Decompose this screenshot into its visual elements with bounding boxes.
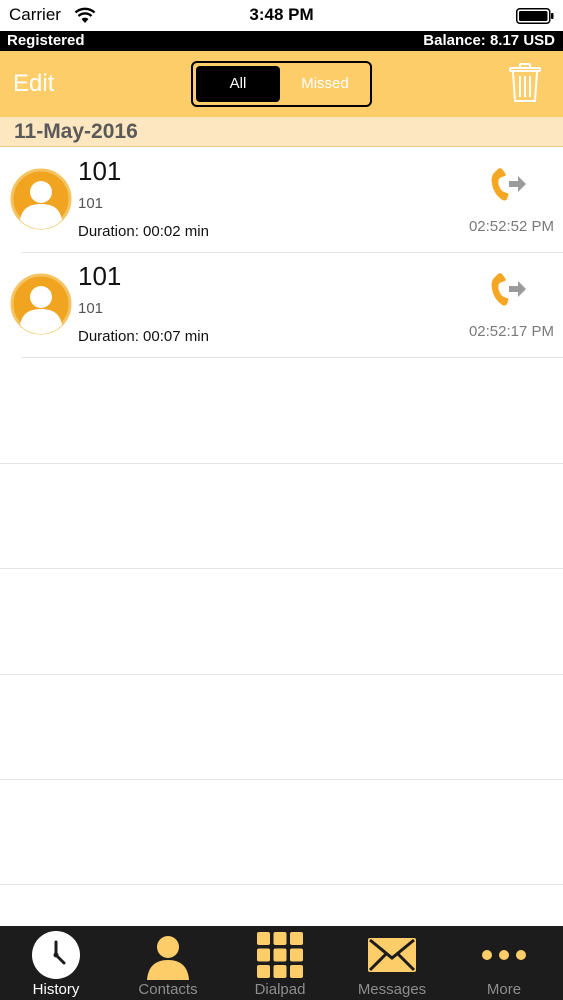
caller-number: 101	[78, 195, 104, 212]
tab-messages[interactable]: Messages	[336, 926, 448, 1000]
clock-icon	[32, 931, 80, 979]
call-time: 02:52:17 PM	[468, 323, 554, 340]
tab-dialpad[interactable]: Dialpad	[224, 926, 336, 1000]
edit-button[interactable]: Edit	[13, 70, 54, 98]
date-section-header: 11-May-2016	[0, 117, 563, 147]
tab-label: More	[486, 981, 522, 998]
empty-row-divider	[0, 674, 563, 675]
tab-label: History	[32, 981, 80, 998]
contact-avatar-icon	[10, 168, 72, 230]
empty-row-divider	[0, 884, 563, 885]
status-bar: Carrier 3:48 PM	[0, 0, 563, 31]
more-dots-icon	[482, 950, 526, 960]
call-duration: Duration: 00:02 min	[78, 223, 209, 240]
tab-label: Dialpad	[254, 981, 306, 998]
clock-time: 3:48 PM	[249, 5, 314, 24]
tab-history[interactable]: History	[0, 926, 112, 1000]
contact-avatar-icon	[10, 273, 72, 335]
balance-label: Balance: 8.17 USD	[423, 32, 555, 49]
filter-segmented-control: All Missed	[191, 61, 372, 107]
call-history-row[interactable]: 101 101 Duration: 00:02 min 02:52:52 PM	[0, 148, 563, 253]
battery-icon	[516, 8, 554, 24]
call-duration: Duration: 00:07 min	[78, 328, 209, 345]
bottom-tab-bar: History Contacts Dialpad Messages More	[0, 926, 563, 1000]
segment-missed[interactable]: Missed	[283, 66, 367, 102]
segment-all[interactable]: All	[196, 66, 280, 102]
history-toolbar: Edit All Missed	[0, 51, 563, 117]
outgoing-call-icon[interactable]	[488, 270, 528, 310]
envelope-icon	[368, 938, 416, 972]
trash-icon[interactable]	[509, 63, 541, 103]
empty-row-divider	[0, 568, 563, 569]
caller-name: 101	[78, 261, 122, 291]
caller-number: 101	[78, 300, 104, 317]
empty-row-divider	[0, 463, 563, 464]
caller-name: 101	[78, 156, 122, 186]
section-date: 11-May-2016	[14, 120, 138, 143]
call-time: 02:52:52 PM	[468, 218, 554, 235]
outgoing-call-icon[interactable]	[488, 165, 528, 205]
person-icon	[147, 936, 189, 980]
tab-label: Messages	[357, 981, 427, 998]
tab-contacts[interactable]: Contacts	[112, 926, 224, 1000]
call-history-row[interactable]: 101 101 Duration: 00:07 min 02:52:17 PM	[0, 253, 563, 358]
empty-row-divider	[0, 779, 563, 780]
tab-label: Contacts	[138, 981, 198, 998]
account-status-bar: Registered Balance: 8.17 USD	[0, 31, 563, 51]
dialpad-icon	[257, 932, 303, 978]
registration-status: Registered	[7, 32, 85, 49]
row-divider	[22, 357, 563, 358]
tab-more[interactable]: More	[448, 926, 560, 1000]
